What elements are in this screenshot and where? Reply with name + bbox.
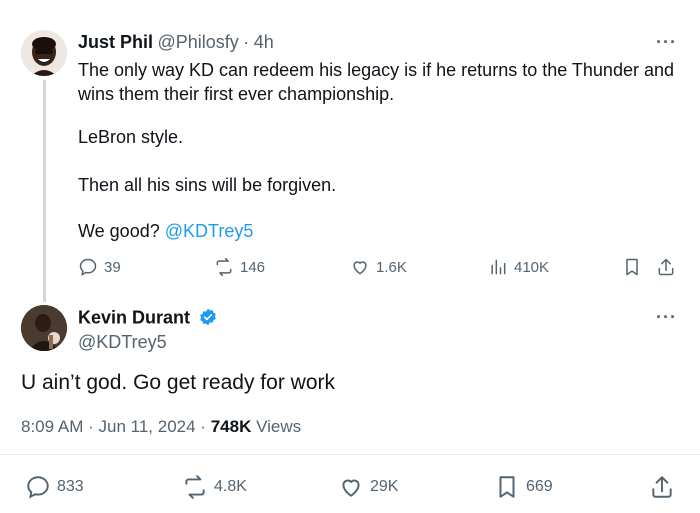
reply-tweet-text: The only way KD can redeem his legacy is… [78, 58, 688, 106]
reply-count: 833 [57, 478, 84, 495]
author-handle[interactable]: @Philosfy [157, 32, 238, 52]
avatar-just-phil[interactable] [21, 30, 67, 76]
author-name[interactable]: Kevin Durant [78, 308, 190, 328]
bookmark-count: 669 [526, 478, 553, 495]
separator-dot: · [200, 417, 206, 436]
avatar-kevin-durant[interactable] [21, 305, 67, 351]
share-button[interactable] [656, 257, 676, 282]
bookmark-icon [499, 476, 515, 498]
reply-action[interactable]: 833 [25, 474, 84, 500]
more-options-button[interactable]: ··· [656, 32, 677, 53]
heart-icon [353, 261, 367, 275]
author-name[interactable]: Just Phil [78, 32, 153, 52]
views-chart-icon [491, 259, 506, 275]
main-author-name-row: Kevin Durant [78, 307, 218, 332]
bookmark-action[interactable]: 669 [494, 474, 553, 500]
paragraph-lebron: LeBron style. [78, 127, 184, 147]
views-action[interactable]: 410K [488, 257, 549, 277]
more-options-button[interactable]: ··· [656, 307, 677, 328]
tweet-time[interactable]: 8:09 AM [21, 417, 83, 436]
repost-action[interactable]: 146 [214, 257, 265, 277]
text-line: The only way KD can redeem his legacy is… [78, 60, 674, 80]
verified-badge-icon [198, 307, 218, 332]
tweet-date[interactable]: Jun 11, 2024 [99, 417, 196, 436]
repost-icon [216, 257, 232, 277]
repost-icon [185, 475, 205, 499]
bookmark-button[interactable] [622, 257, 642, 282]
like-count: 29K [370, 478, 399, 495]
reply-action[interactable]: 39 [78, 257, 121, 277]
mention-link[interactable]: @KDTrey5 [165, 221, 254, 241]
tweet-metadata: 8:09 AM · Jun 11, 2024 · 748K Views [21, 417, 301, 437]
like-action[interactable]: 1.6K [350, 257, 407, 277]
repost-count: 4.8K [214, 478, 247, 495]
share-icon [658, 258, 674, 276]
author-handle[interactable]: @KDTrey5 [78, 332, 167, 353]
reply-icon [79, 258, 97, 276]
share-button[interactable] [649, 474, 675, 505]
paragraph-we-good: We good? @KDTrey5 [78, 219, 253, 243]
bookmark-icon [626, 258, 638, 276]
repost-action[interactable]: 4.8K [182, 474, 247, 500]
repost-count: 146 [240, 258, 266, 276]
like-action[interactable]: 29K [338, 474, 398, 500]
divider [0, 454, 700, 455]
timestamp[interactable]: 4h [254, 32, 274, 52]
separator-dot: · [243, 32, 250, 52]
views-label: Views [256, 417, 302, 436]
views-count: 410K [514, 258, 550, 276]
we-good-text: We good? [78, 221, 160, 241]
thread-connector-line [43, 80, 46, 302]
views-count: 748K [210, 417, 252, 436]
heart-icon [342, 479, 360, 497]
paragraph-sins: Then all his sins will be forgiven. [78, 175, 337, 195]
reply-icon [27, 476, 49, 499]
text-line: wins them their first ever championship. [78, 84, 395, 104]
reply-header: Just Phil @Philosfy · 4h [78, 32, 274, 53]
share-icon [652, 476, 672, 498]
separator-dot: · [88, 417, 94, 436]
reply-count: 39 [104, 258, 121, 276]
like-count: 1.6K [376, 258, 407, 276]
main-tweet-text: U ain’t god. Go get ready for work [21, 371, 335, 394]
